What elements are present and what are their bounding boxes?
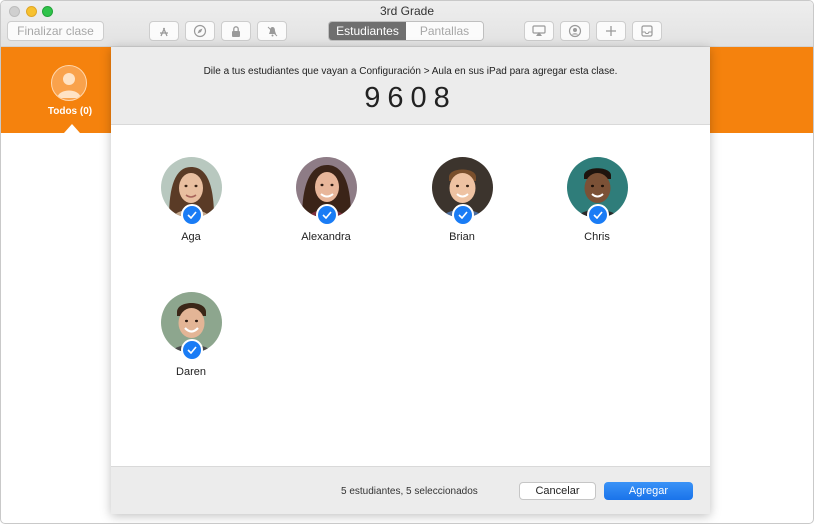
student-name: Chris	[584, 231, 610, 243]
selected-check-icon	[315, 204, 338, 226]
add-students-button[interactable]: Agregar	[604, 482, 693, 500]
all-students-group-avatar[interactable]	[51, 65, 87, 101]
airplay-button[interactable]	[524, 21, 554, 41]
student-name: Alexandra	[301, 231, 351, 243]
class-code: 9608	[364, 82, 457, 114]
selection-count: 5 estudiantes, 5 seleccionados	[341, 486, 478, 497]
student-tile[interactable]: Alexandra	[266, 157, 386, 243]
end-class-label: Finalizar clase	[17, 24, 94, 38]
add-students-sheet: Dile a tus estudiantes que vayan a Confi…	[111, 47, 710, 514]
student-tile[interactable]: Aga	[131, 157, 251, 243]
window-title: 3rd Grade	[379, 4, 435, 18]
selected-check-icon	[586, 204, 609, 226]
airplay-icon	[532, 25, 546, 36]
tray-icon	[641, 25, 653, 37]
open-app-button[interactable]	[149, 21, 179, 41]
student-photo	[160, 292, 222, 361]
student-tile[interactable]: Chris	[537, 157, 657, 243]
selected-check-icon	[451, 204, 474, 226]
mute-bell-icon	[267, 26, 277, 36]
all-students-group-label[interactable]: Todos (0)	[37, 106, 103, 117]
student-tile[interactable]: Brian	[402, 157, 522, 243]
student-photo	[160, 157, 222, 226]
title-bar: 3rd Grade Finalizar clase Estudiantes Pa…	[1, 1, 813, 47]
cancel-button[interactable]: Cancelar	[519, 482, 596, 500]
sheet-header: Dile a tus estudiantes que vayan a Confi…	[111, 47, 710, 125]
lock-icon	[232, 25, 240, 37]
screen-view-icon	[568, 24, 582, 38]
student-name: Aga	[181, 231, 201, 243]
person-icon	[57, 73, 81, 98]
selected-check-icon	[180, 339, 203, 361]
selected-group-indicator	[64, 124, 80, 133]
student-tile[interactable]: Daren	[131, 292, 251, 378]
view-segmented-control: Estudiantes Pantallas	[328, 21, 484, 41]
add-button[interactable]	[596, 21, 626, 41]
tray-button[interactable]	[632, 21, 662, 41]
lock-button[interactable]	[221, 21, 251, 41]
screen-view-button[interactable]	[560, 21, 590, 41]
student-name: Daren	[176, 366, 206, 378]
instruction-text: Dile a tus estudiantes que vayan a Confi…	[203, 66, 618, 77]
mute-button[interactable]	[257, 21, 287, 41]
add-icon	[606, 26, 616, 36]
selected-check-icon	[180, 204, 203, 226]
sheet-footer: 5 estudiantes, 5 seleccionados Cancelar …	[111, 466, 710, 514]
tab-screens[interactable]: Pantallas	[406, 22, 483, 40]
student-photo	[295, 157, 357, 226]
classroom-window: 3rd Grade Finalizar clase Estudiantes Pa…	[0, 0, 814, 524]
end-class-button[interactable]: Finalizar clase	[7, 21, 104, 41]
student-photo	[566, 157, 628, 226]
navigate-button[interactable]	[185, 21, 215, 41]
student-name: Brian	[449, 231, 475, 243]
tab-students[interactable]: Estudiantes	[329, 22, 406, 40]
app-store-icon	[160, 27, 168, 37]
compass-icon	[193, 24, 207, 38]
student-photo	[431, 157, 493, 226]
